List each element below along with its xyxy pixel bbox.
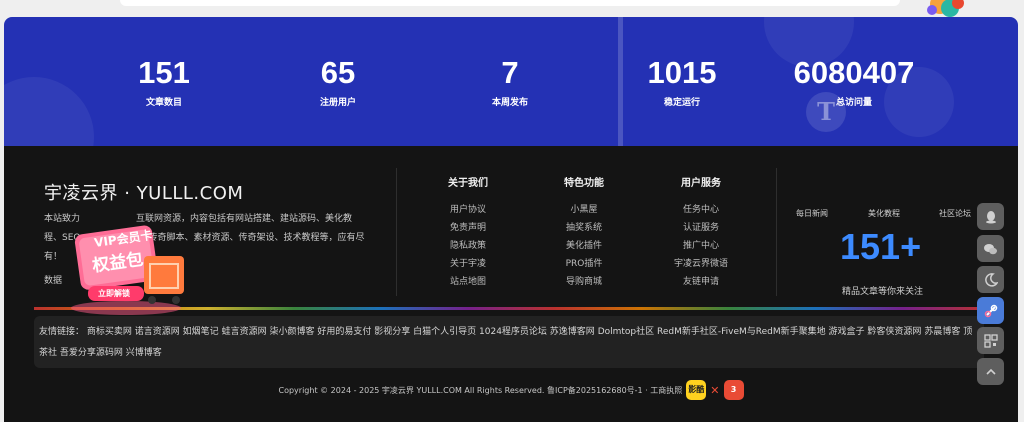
footer-link-blackroom[interactable]: 小黑屋 [534,201,634,219]
vip-card-promo[interactable]: VIP会员卡 权益包 立即解锁 [64,222,199,317]
wechat-button[interactable] [977,235,1004,262]
tab-community[interactable]: 社区论坛 [939,208,971,219]
arrow-up-icon [985,368,996,375]
friend-link[interactable]: 白猫个人引导页 [413,327,476,337]
qq-button[interactable] [977,203,1004,230]
stat-value: 151 [138,55,190,90]
footer-link-tasks[interactable]: 任务中心 [651,201,751,219]
footer-brand-title: 宇凌云界 · YULLL.COM [44,183,244,204]
friend-links-box: 友情链接： 商标买卖网 诺言资源网 如烟笔记 蛙言资源网 柒小颜博客 好用的易支… [34,316,984,368]
friend-link[interactable]: 黔客侠资源网 [867,327,921,337]
footer-link-shop[interactable]: 导购商城 [534,273,634,291]
stat-label: 本周发布 [491,98,528,108]
mascot-decoration [927,0,964,17]
footer-link-sitemap[interactable]: 站点地图 [418,273,518,291]
footer-column-services: 用户服务 任务中心 认证服务 推广中心 宇凌云界微语 友链申请 [651,174,751,291]
friend-links-label: 友情链接： [39,327,85,337]
friend-link[interactable]: 蛙言资源网 [222,327,267,337]
friend-link[interactable]: 如烟笔记 [183,327,219,337]
vip-unlock-button[interactable]: 立即解锁 [98,288,130,299]
article-count-highlight: 151+ [840,226,922,267]
friend-link[interactable]: 茶社 [39,348,57,358]
friend-links-list: 友情链接： 商标买卖网 诺言资源网 如烟笔记 蛙言资源网 柒小颜博客 好用的易支… [39,322,979,364]
dark-mode-button[interactable] [977,266,1004,293]
column-title: 用户服务 [681,178,721,189]
footer-link-beautify[interactable]: 美化插件 [534,237,634,255]
footer-link-pro-plugin[interactable]: PRO插件 [534,255,634,273]
stat-users: 65 注册用户 [268,55,408,108]
qrcode-button[interactable] [977,327,1004,354]
footer-link-verify[interactable]: 认证服务 [651,219,751,237]
footer-link-promotion[interactable]: 推广中心 [651,237,751,255]
column-title: 关于我们 [448,178,488,189]
friend-link[interactable]: 1024程序员论坛 [479,327,547,337]
footer-link-friendlink-apply[interactable]: 友链申请 [651,273,751,291]
link-button[interactable] [977,297,1004,324]
footer-link-microblog[interactable]: 宇凌云界微语 [651,255,751,273]
stat-label: 总访问量 [835,98,872,108]
cross-icon: ✕ [710,383,720,397]
stat-articles: 151 文章数目 [94,55,234,108]
friend-link[interactable]: 苏晨博客 [924,327,960,337]
footer-column-features: 特色功能 小黑屋 抽奖系统 美化插件 PRO插件 导购商城 [534,174,634,291]
friend-link[interactable]: 诺言资源网 [135,327,180,337]
site-stats-band: 151 文章数目 65 注册用户 7 本周发布 1015 稳定运行 608040… [4,17,1018,146]
wechat-icon [984,243,997,254]
stat-uptime: 1015 稳定运行 [612,55,752,108]
tab-beautify-tutorial[interactable]: 美化教程 [868,208,900,219]
stat-weekly: 7 本周发布 [440,55,580,108]
friend-link[interactable]: 商标买卖网 [87,327,132,337]
stat-value: 7 [501,55,519,90]
link-icon [984,304,997,317]
friend-link[interactable]: 顶 [963,327,972,337]
moon-icon [984,272,998,287]
watermark-t-icon: T [806,92,846,132]
footer-wrapper: 151 文章数目 65 注册用户 7 本周发布 1015 稳定运行 608040… [4,17,1018,422]
stat-label: 文章数目 [145,98,182,108]
friend-link[interactable]: RedM新手社区-FiveM与RedM新手聚集地 [657,327,826,337]
stat-value: 6080407 [793,55,915,90]
desc-part: 有！ [44,252,63,262]
friend-link[interactable]: 游戏盒子 [829,327,865,337]
friend-link[interactable]: Dolmtop社区 [598,327,654,337]
footer-link-privacy[interactable]: 隐私政策 [418,237,518,255]
friend-link[interactable]: 苏逸博客网 [550,327,595,337]
stat-label: 稳定运行 [663,98,700,108]
stat-label: 注册用户 [319,98,356,108]
friend-link[interactable]: 柒小颜博客 [269,327,314,337]
brand-badge[interactable]: 3 [723,380,744,400]
copyright-bar: Copyright © 2024 - 2025 宇凌云界 YULLL.COM A… [4,380,1018,400]
qrcode-icon [983,333,998,348]
stat-visits: 6080407 总访问量 [784,55,924,108]
brand-badge[interactable]: 影酷 [686,380,707,400]
column-title: 特色功能 [564,178,604,189]
column-separator [396,168,397,296]
footer-column-about: 关于我们 用户协议 免责声明 隐私政策 关于宇凌 站点地图 [418,174,518,291]
friend-link[interactable]: 吾爱分享源码网 [60,348,123,358]
back-to-top-button[interactable] [977,358,1004,385]
decor-blob [4,77,94,146]
friend-link[interactable]: 好用的易支付 [317,327,371,337]
footer-link-lottery[interactable]: 抽奖系统 [534,219,634,237]
column-separator [776,168,777,296]
footer-link-user-agreement[interactable]: 用户协议 [418,201,518,219]
copyright-text: Copyright © 2024 - 2025 宇凌云界 YULLL.COM A… [278,385,683,395]
footer-description-tail: 数据 [44,276,63,286]
footer-link-disclaimer[interactable]: 免责声明 [418,219,518,237]
stat-value: 1015 [647,55,717,90]
footer-link-about[interactable]: 关于宇凌 [418,255,518,273]
friend-link[interactable]: 兴博博客 [126,348,162,358]
content-card-bottom-edge [120,0,900,6]
stat-value: 65 [320,55,356,90]
tab-daily-news[interactable]: 每日新闻 [796,208,828,219]
friend-link[interactable]: 影视分享 [374,327,410,337]
qq-icon [985,210,996,223]
article-count-caption: 精品文章等你来关注 [842,287,924,297]
